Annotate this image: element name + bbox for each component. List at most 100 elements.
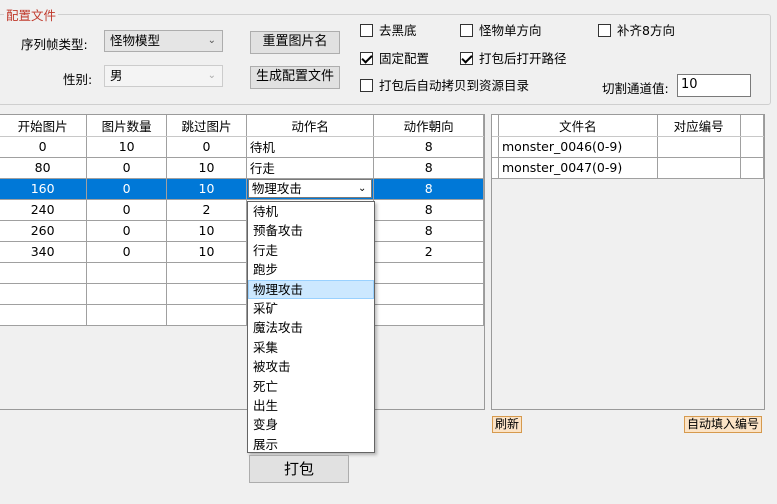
- table-row[interactable]: 260 0 10 8: [0, 220, 484, 242]
- table-cell[interactable]: [740, 157, 764, 179]
- table-cell[interactable]: 0: [86, 199, 168, 221]
- table-row[interactable]: 340 0 10 2: [0, 241, 484, 263]
- table-cell[interactable]: 行走: [246, 157, 375, 179]
- table-cell[interactable]: [166, 304, 247, 326]
- column-header[interactable]: 对应编号: [657, 115, 741, 137]
- table-cell[interactable]: [740, 136, 764, 158]
- dropdown-option-highlighted[interactable]: 物理攻击: [248, 279, 374, 299]
- gender-label: 性别:: [63, 72, 93, 87]
- action-name-cell-editor[interactable]: 物理攻击 ⌄: [246, 178, 375, 200]
- table-cell[interactable]: 2: [373, 241, 484, 263]
- table-cell[interactable]: 10: [166, 220, 247, 242]
- table-cell[interactable]: 0: [86, 220, 168, 242]
- table-cell[interactable]: 8: [373, 136, 484, 158]
- table-cell[interactable]: 8: [373, 199, 484, 221]
- config-group-title: 配置文件: [4, 5, 59, 24]
- checkbox-checked: [460, 52, 473, 65]
- table-cell[interactable]: 2: [166, 199, 247, 221]
- table-cell[interactable]: 10: [166, 241, 247, 263]
- dropdown-option[interactable]: 采矿: [248, 299, 374, 318]
- table-cell[interactable]: 8: [373, 220, 484, 242]
- column-header[interactable]: 动作名: [246, 115, 375, 137]
- sequence-type-label: 序列帧类型:: [21, 37, 88, 52]
- table-cell[interactable]: 0: [86, 241, 168, 263]
- column-header[interactable]: 跳过图片: [166, 115, 247, 137]
- dropdown-option[interactable]: 跑步: [248, 260, 374, 279]
- fill-8-directions-checkbox[interactable]: 补齐8方向: [598, 23, 675, 39]
- file-table-grid: 文件名 对应编号 monster_0046(0-9) monster_0047(…: [492, 115, 764, 179]
- table-row-empty[interactable]: [0, 283, 484, 305]
- table-cell[interactable]: 8: [373, 157, 484, 179]
- table-row[interactable]: 240 0 2 8: [0, 199, 484, 221]
- table-cell[interactable]: 10: [166, 157, 247, 179]
- table-cell[interactable]: [166, 262, 247, 284]
- table-row[interactable]: monster_0047(0-9): [492, 157, 764, 179]
- refresh-button[interactable]: 刷新: [492, 416, 523, 433]
- table-cell[interactable]: [657, 136, 741, 158]
- table-cell[interactable]: [86, 283, 168, 305]
- column-header[interactable]: 图片数量: [86, 115, 168, 137]
- table-cell[interactable]: [166, 283, 247, 305]
- auto-copy-checkbox[interactable]: 打包后自动拷贝到资源目录: [360, 78, 529, 94]
- column-header[interactable]: 文件名: [498, 115, 658, 137]
- table-cell[interactable]: [657, 157, 741, 179]
- table-row[interactable]: 0 10 0 待机 8: [0, 136, 484, 158]
- open-path-after-pack-checkbox[interactable]: 打包后打开路径: [460, 51, 567, 67]
- table-cell[interactable]: 260: [0, 220, 88, 242]
- action-name-select[interactable]: 物理攻击 ⌄: [247, 179, 373, 198]
- column-header[interactable]: 动作朝向: [373, 115, 484, 137]
- table-cell[interactable]: monster_0047(0-9): [498, 157, 658, 179]
- dropdown-option[interactable]: 被攻击: [248, 357, 374, 376]
- cut-channel-label: 切割通道值:: [602, 81, 669, 96]
- table-cell[interactable]: [373, 304, 484, 326]
- dropdown-option[interactable]: 行走: [248, 241, 374, 260]
- pack-button[interactable]: 打包: [249, 455, 349, 483]
- table-row[interactable]: monster_0046(0-9): [492, 136, 764, 158]
- table-cell[interactable]: 0: [86, 178, 168, 200]
- table-cell[interactable]: 0: [0, 136, 88, 158]
- dropdown-option[interactable]: 死亡: [248, 377, 374, 396]
- dropdown-option[interactable]: 出生: [248, 396, 374, 415]
- table-cell[interactable]: 10: [166, 178, 247, 200]
- table-cell[interactable]: [0, 262, 88, 284]
- table-cell[interactable]: [0, 304, 88, 326]
- generate-config-button[interactable]: 生成配置文件: [250, 66, 340, 89]
- table-cell[interactable]: 240: [0, 199, 88, 221]
- column-header-filler: [740, 115, 764, 137]
- gender-select[interactable]: 男 ⌄: [104, 65, 223, 87]
- table-cell[interactable]: 80: [0, 157, 88, 179]
- table-cell[interactable]: 160: [0, 178, 88, 200]
- table-cell[interactable]: 0: [166, 136, 247, 158]
- dropdown-option[interactable]: 预备攻击: [248, 221, 374, 240]
- cut-channel-input[interactable]: 10: [677, 74, 751, 97]
- dropdown-option[interactable]: 展示: [248, 435, 374, 454]
- table-row-empty[interactable]: [0, 304, 484, 326]
- table-cell[interactable]: 待机: [246, 136, 375, 158]
- table-cell[interactable]: 8: [373, 178, 484, 200]
- table-cell[interactable]: 10: [86, 136, 168, 158]
- table-cell[interactable]: [86, 262, 168, 284]
- dropdown-option[interactable]: 待机: [248, 202, 374, 221]
- fixed-config-checkbox[interactable]: 固定配置: [360, 51, 429, 67]
- table-cell[interactable]: 0: [86, 157, 168, 179]
- table-cell[interactable]: 340: [0, 241, 88, 263]
- table-cell[interactable]: [86, 304, 168, 326]
- table-cell[interactable]: monster_0046(0-9): [498, 136, 658, 158]
- table-cell[interactable]: [0, 283, 88, 305]
- column-header[interactable]: 开始图片: [0, 115, 88, 137]
- dropdown-option[interactable]: 魔法攻击: [248, 318, 374, 337]
- reset-image-names-button[interactable]: 重置图片名: [250, 31, 340, 54]
- table-row[interactable]: 80 0 10 行走 8: [0, 157, 484, 179]
- table-row-selected[interactable]: 160 0 10 物理攻击 ⌄ 8: [0, 178, 484, 200]
- auto-fill-number-button[interactable]: 自动填入编号: [684, 416, 763, 433]
- sequence-type-select[interactable]: 怪物模型 ⌄: [104, 30, 223, 52]
- sequence-type-value: 怪物模型: [110, 33, 161, 48]
- file-table: 文件名 对应编号 monster_0046(0-9) monster_0047(…: [491, 114, 765, 410]
- table-row-empty[interactable]: [0, 262, 484, 284]
- monster-single-direction-checkbox[interactable]: 怪物单方向: [460, 23, 542, 39]
- dropdown-option[interactable]: 采集: [248, 338, 374, 357]
- dropdown-option[interactable]: 变身: [248, 415, 374, 434]
- table-cell[interactable]: [373, 283, 484, 305]
- table-cell[interactable]: [373, 262, 484, 284]
- remove-black-checkbox[interactable]: 去黑底: [360, 23, 417, 39]
